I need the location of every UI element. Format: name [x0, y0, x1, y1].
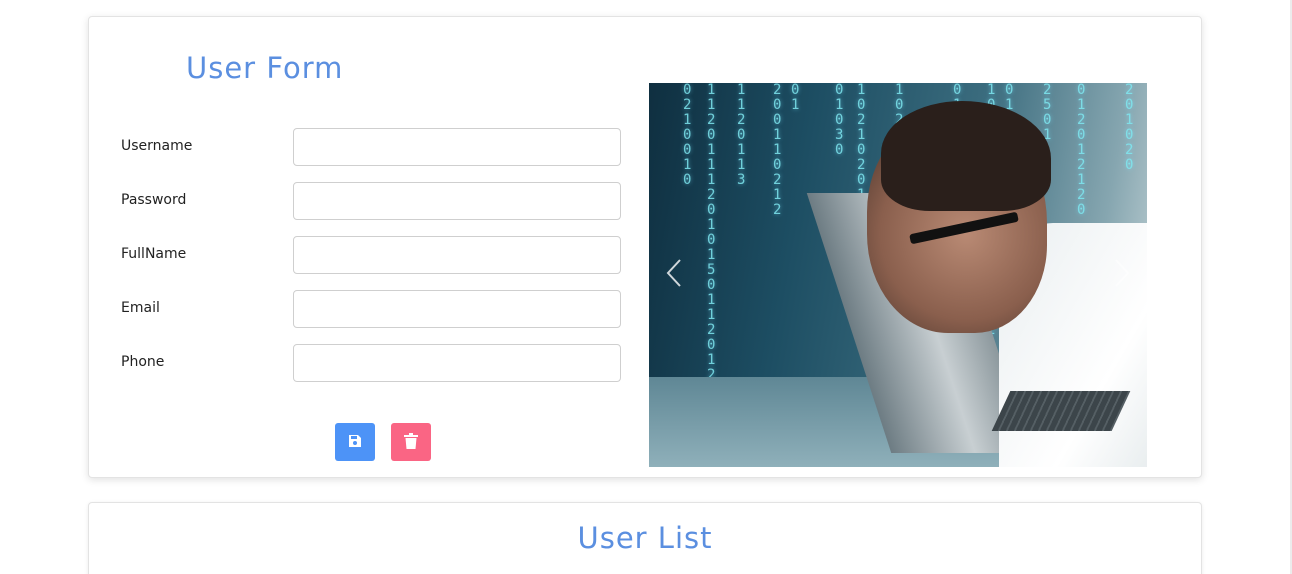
email-label: Email [121, 300, 160, 316]
list-title: User List [577, 521, 713, 555]
email-input[interactable] [293, 290, 621, 328]
chevron-right-icon [1113, 258, 1131, 292]
form-title: User Form [186, 51, 344, 85]
trash-icon [404, 432, 418, 452]
user-list-card: User List [88, 502, 1202, 574]
phone-input[interactable] [293, 344, 621, 382]
user-form-card: User Form Username Password FullName Ema… [88, 16, 1202, 478]
password-input[interactable] [293, 182, 621, 220]
save-button[interactable] [335, 423, 375, 461]
save-icon [348, 434, 362, 451]
image-carousel: 0210010 1120111201015011201220011120 112… [649, 83, 1147, 467]
password-label: Password [121, 192, 187, 208]
username-input[interactable] [293, 128, 621, 166]
fullname-input[interactable] [293, 236, 621, 274]
fullname-label: FullName [121, 246, 187, 262]
chevron-left-icon [665, 258, 683, 292]
username-label: Username [121, 138, 193, 154]
carousel-prev-button[interactable] [659, 255, 689, 295]
delete-button[interactable] [391, 423, 431, 461]
phone-label: Phone [121, 354, 165, 370]
page: User Form Username Password FullName Ema… [0, 0, 1292, 574]
carousel-next-button[interactable] [1107, 255, 1137, 295]
